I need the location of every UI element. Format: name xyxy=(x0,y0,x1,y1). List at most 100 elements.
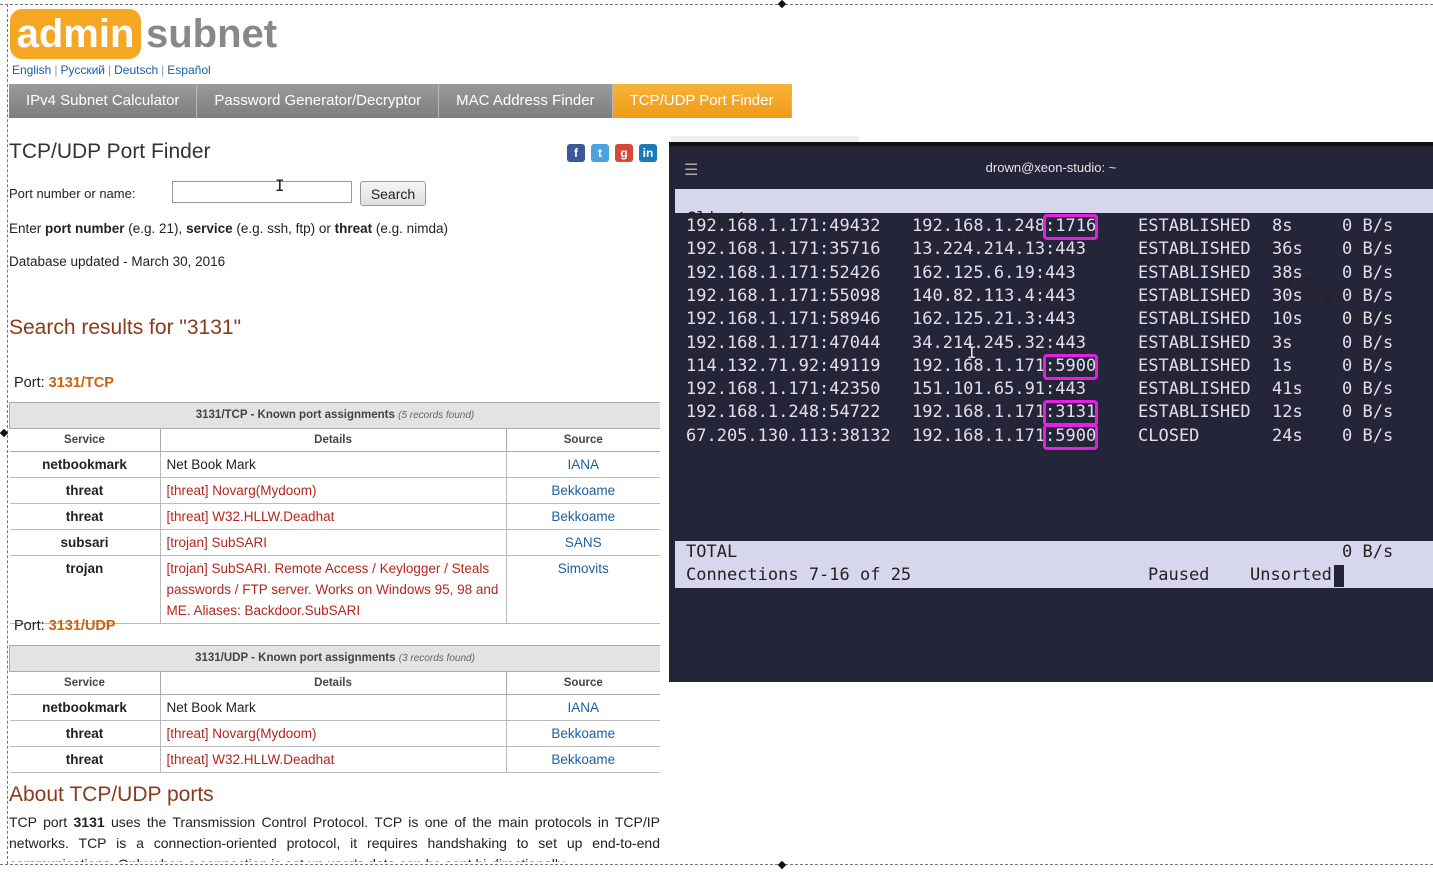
source-link[interactable]: Bekkoame xyxy=(506,746,660,773)
client-address: 67.205.130.113:38132 xyxy=(686,425,891,446)
connection-row: 114.132.71.92:49119 192.168.1.171:5900 EST… xyxy=(675,353,1433,380)
port-input-label: Port number or name: xyxy=(9,186,136,201)
port-highlight-box xyxy=(1042,400,1099,427)
client-address: 192.168.1.171:49432 xyxy=(686,216,881,236)
tab-tcp-udp-port-finder[interactable]: TCP/UDP Port Finder xyxy=(612,84,792,118)
connection-state: ESTABLISHED xyxy=(1138,379,1251,400)
lang-german[interactable]: Deutsch xyxy=(114,63,158,77)
paused-status: Paused xyxy=(1148,565,1210,585)
table-row: netbookmark Net Book Mark IANA xyxy=(9,694,660,721)
connection-state: CLOSED xyxy=(1138,425,1200,446)
table-row: trojan [trojan] SubSARI. Remote Access / … xyxy=(9,555,660,624)
linkedin-icon[interactable]: in xyxy=(639,144,657,162)
port-search-input[interactable] xyxy=(172,181,352,203)
idle-time: 10s xyxy=(1272,309,1303,330)
tcp-results-table: 3131/TCP - Known port assignments (5 rec… xyxy=(9,402,660,624)
connection-speed: 0 B/s xyxy=(1342,239,1394,260)
client-address: 192.168.1.248:54722 xyxy=(686,402,881,423)
page-title: TCP/UDP Port Finder xyxy=(9,140,211,163)
connection-speed: 0 B/s xyxy=(1342,262,1394,283)
col-service: Service xyxy=(9,671,161,695)
table-row: netbookmark Net Book Mark IANA xyxy=(9,451,660,478)
tab-mac-address-finder[interactable]: MAC Address Finder xyxy=(439,84,613,118)
idle-time: 1s xyxy=(1272,355,1293,376)
connection-speed: 0 B/s xyxy=(1342,425,1394,446)
lang-russian[interactable]: Русский xyxy=(60,63,105,77)
twitter-icon[interactable]: t xyxy=(591,144,609,162)
source-link[interactable]: SANS xyxy=(506,529,660,556)
udp-results-table: 3131/UDP - Known port assignments (3 rec… xyxy=(9,645,660,773)
idle-time: 12s xyxy=(1272,402,1303,423)
connection-state: ESTABLISHED xyxy=(1138,355,1251,376)
udp-port-heading: Port: 3131/UDP xyxy=(14,618,116,634)
facebook-icon[interactable]: f xyxy=(567,144,585,162)
server-address: 34.214.245.32:443 xyxy=(912,332,1086,353)
port-highlight-box xyxy=(1042,423,1099,450)
connection-state: ESTABLISHED xyxy=(1138,285,1251,306)
tcp-port-link[interactable]: 3131/TCP xyxy=(49,375,114,391)
table-row: threat [threat] Novarg(Mydoom) Bekkoame xyxy=(9,477,660,504)
client-address: 192.168.1.171:58946 xyxy=(686,309,881,330)
port-highlight-box xyxy=(1042,353,1099,380)
main-nav: IPv4 Subnet Calculator Password Generato… xyxy=(9,84,792,118)
table-row: subsari [trojan] SubSARI SANS xyxy=(9,529,660,556)
idle-time: 3s xyxy=(1272,332,1293,353)
idle-time: 36s xyxy=(1272,239,1303,260)
col-service: Service xyxy=(9,428,161,452)
idle-time: 8s xyxy=(1272,216,1293,236)
google-icon[interactable]: g xyxy=(615,144,633,162)
table-row: threat [threat] W32.HLLW.Deadhat Bekkoame xyxy=(9,746,660,773)
terminal-title: drown@xeon-studio: ~ xyxy=(985,160,1117,175)
connection-row: 192.168.1.171:49432 192.168.1.248:1716 EST… xyxy=(675,214,1433,240)
port-highlight-box xyxy=(1042,214,1099,240)
connection-speed: 0 B/s xyxy=(1342,379,1394,400)
server-address: 140.82.113.4:443 xyxy=(912,285,1076,306)
lang-english[interactable]: English xyxy=(12,63,51,77)
connection-row: 192.168.1.248:54722 192.168.1.171:3131 EST… xyxy=(675,400,1433,427)
terminal-window[interactable]: ☰ drown@xeon-studio: ~ Client Server Sta… xyxy=(669,142,1433,682)
logo-subnet-text: subnet xyxy=(146,12,278,56)
terminal-cursor xyxy=(1334,565,1344,587)
search-button[interactable]: Search xyxy=(360,181,426,206)
connection-row: 192.168.1.171:52426 162.125.6.19:443 ESTAB… xyxy=(675,263,1433,286)
tab-password-generator[interactable]: Password Generator/Decryptor xyxy=(197,84,440,118)
lang-spanish[interactable]: Español xyxy=(167,63,210,77)
connection-state: ESTABLISHED xyxy=(1138,332,1251,353)
client-address: 192.168.1.171:52426 xyxy=(686,262,881,283)
source-link[interactable]: Bekkoame xyxy=(506,477,660,504)
client-address: 192.168.1.171:55098 xyxy=(686,285,881,306)
source-link[interactable]: Bekkoame xyxy=(506,720,660,747)
total-speed: 0 B/s xyxy=(1342,542,1394,562)
connection-row: 192.168.1.171:42350 151.101.65.91:443 ESTA… xyxy=(675,379,1433,402)
col-details: Details xyxy=(160,671,507,695)
sort-status: Unsorted xyxy=(1250,565,1332,585)
table-row: threat [threat] W32.HLLW.Deadhat Bekkoame xyxy=(9,503,660,530)
search-hint: Enter port number (e.g. 21), service (e.… xyxy=(9,221,448,236)
connection-speed: 0 B/s xyxy=(1342,309,1394,330)
server-address: 162.125.6.19:443 xyxy=(912,262,1076,283)
connection-row: 192.168.1.171:47044 34.214.245.32:443 ESTA… xyxy=(675,333,1433,356)
connection-state: ESTABLISHED xyxy=(1138,402,1251,423)
about-text: TCP port 3131 uses the Transmission Cont… xyxy=(9,814,660,862)
udp-port-link[interactable]: 3131/UDP xyxy=(49,618,116,634)
about-title: About TCP/UDP ports xyxy=(9,783,214,806)
database-updated: Database updated - March 30, 2016 xyxy=(9,254,226,269)
tab-ipv4-subnet-calculator[interactable]: IPv4 Subnet Calculator xyxy=(9,84,198,118)
source-link[interactable]: Simovits xyxy=(506,555,660,624)
connection-speed: 0 B/s xyxy=(1342,355,1394,376)
logo-admin-text: admin xyxy=(10,9,141,59)
connection-speed: 0 B/s xyxy=(1342,285,1394,306)
connection-row: 67.205.130.113:38132 192.168.1.171:5900 CL… xyxy=(675,423,1433,450)
mouse-pointer-icon: I xyxy=(967,343,977,362)
connection-state: ESTABLISHED xyxy=(1138,262,1251,283)
connections-count: Connections 7-16 of 25 xyxy=(686,565,912,585)
client-address: 192.168.1.171:47044 xyxy=(686,332,881,353)
tcp-port-heading: Port: 3131/TCP xyxy=(14,375,114,391)
connections-footer: TOTAL 0 B/s Connections 7-16 of 25 Pause… xyxy=(675,541,1433,588)
connection-speed: 0 B/s xyxy=(1342,216,1394,236)
source-link[interactable]: IANA xyxy=(506,451,660,478)
client-address: 192.168.1.171:35716 xyxy=(686,239,881,260)
connection-row: 192.168.1.171:55098 140.82.113.4:443 ESTAB… xyxy=(675,286,1433,309)
source-link[interactable]: Bekkoame xyxy=(506,503,660,530)
source-link[interactable]: IANA xyxy=(506,694,660,721)
